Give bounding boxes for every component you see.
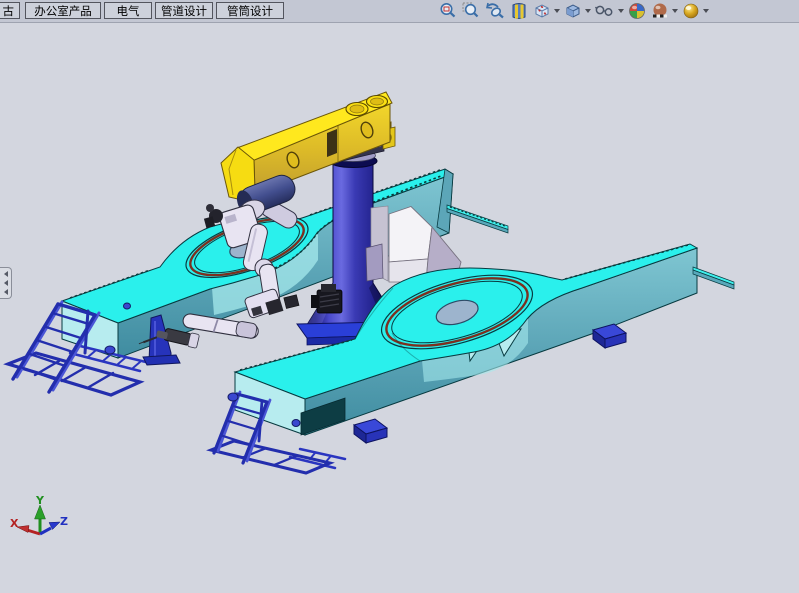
solidworks-window: { "tabs": { "partial_label": "古", "items…: [0, 0, 799, 589]
zoom-to-fit-icon: [438, 1, 458, 21]
apply-scene-button[interactable]: [650, 1, 678, 21]
view-settings-icon: [681, 1, 701, 21]
3d-scene: Y X Z: [0, 23, 799, 589]
command-manager-bar: 古 办公室产品 电气 管道设计 管筒设计: [0, 0, 799, 23]
tab-tubing[interactable]: 管筒设计: [216, 2, 284, 19]
zoom-to-fit-button[interactable]: [438, 1, 458, 21]
graphics-area[interactable]: Y X Z: [0, 23, 799, 589]
hide-show-items-dropdown[interactable]: [618, 9, 624, 13]
edit-appearance-icon: [627, 1, 647, 21]
triad-y-label: Y: [35, 494, 45, 507]
edit-appearance-button[interactable]: [627, 1, 647, 21]
previous-view-icon: [484, 1, 506, 21]
previous-view-button[interactable]: [484, 1, 506, 21]
tab-partial-label: 古: [3, 4, 15, 18]
view-orientation-button[interactable]: [532, 1, 560, 21]
hide-show-items-icon: [594, 1, 616, 21]
view-settings-button[interactable]: [681, 1, 709, 21]
zoom-to-area-icon: [461, 1, 481, 21]
apply-scene-icon: [650, 1, 670, 21]
expand-arrow-icon: [4, 289, 8, 295]
tab-piping[interactable]: 管道设计: [155, 2, 213, 19]
view-settings-dropdown[interactable]: [703, 9, 709, 13]
section-view-button[interactable]: [509, 1, 529, 21]
tab-office-products[interactable]: 办公室产品: [25, 2, 101, 19]
hide-show-items-button[interactable]: [594, 1, 624, 21]
triad-x-label: X: [10, 517, 19, 530]
tab-partial[interactable]: 古: [0, 2, 20, 19]
expand-arrow-icon: [4, 271, 8, 277]
heads-up-view-toolbar: [438, 1, 712, 21]
section-view-icon: [509, 1, 529, 21]
view-orientation-icon: [532, 1, 552, 21]
view-orientation-dropdown[interactable]: [554, 9, 560, 13]
display-style-icon: [563, 1, 583, 21]
feature-tree-collapsed-tab[interactable]: [0, 267, 12, 299]
apply-scene-dropdown[interactable]: [672, 9, 678, 13]
display-style-button[interactable]: [563, 1, 591, 21]
display-style-dropdown[interactable]: [585, 9, 591, 13]
beam-support-bracket-mid[interactable]: [354, 419, 387, 443]
expand-arrow-icon: [4, 280, 8, 286]
orientation-triad: Y X Z: [10, 494, 68, 534]
triad-z-label: Z: [60, 515, 68, 528]
zoom-to-area-button[interactable]: [461, 1, 481, 21]
tab-electrical[interactable]: 电气: [104, 2, 152, 19]
